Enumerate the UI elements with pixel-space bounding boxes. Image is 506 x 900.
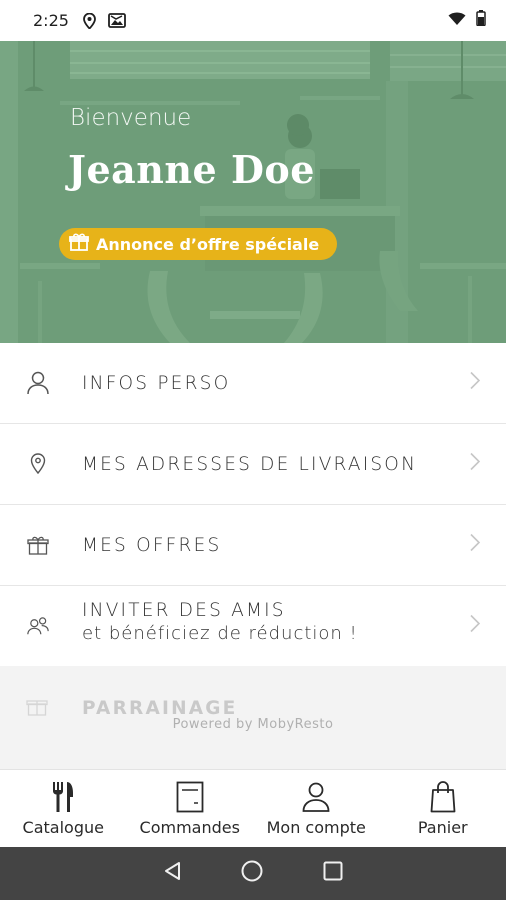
menu-item-offres[interactable]: MES OFFRES xyxy=(0,505,506,586)
nav-item-catalogue[interactable]: Catalogue xyxy=(0,771,127,847)
location-pin-icon xyxy=(26,452,50,476)
bag-icon xyxy=(430,780,456,814)
nav-item-commandes[interactable]: Commandes xyxy=(127,771,254,847)
menu-item-adresses[interactable]: MES ADRESSES DE LIVRAISON xyxy=(0,424,506,505)
menu-item-label: INVITER DES AMIS et bénéficiez de réduct… xyxy=(82,600,358,644)
menu-item-label: INFOS PERSO xyxy=(82,372,231,394)
account-menu: INFOS PERSO MES ADRESSES DE LIVRAISON ME… xyxy=(0,343,506,667)
recents-icon[interactable] xyxy=(323,861,343,886)
people-icon xyxy=(26,614,50,638)
nav-label: Panier xyxy=(417,818,468,837)
status-bar: 2:25 xyxy=(0,0,506,41)
powered-by-text: Powered by MobyResto xyxy=(172,717,334,732)
menu-item-label: MES OFFRES xyxy=(82,534,222,556)
gallery-icon xyxy=(108,13,126,28)
footer-area: PARRAINAGE Powered by MobyResto xyxy=(0,666,506,770)
nav-item-mon-compte[interactable]: Mon compte xyxy=(253,771,380,847)
account-icon xyxy=(302,780,330,814)
chevron-right-icon xyxy=(470,371,481,395)
menu-item-label: MES ADRESSES DE LIVRAISON xyxy=(82,453,418,475)
person-icon xyxy=(26,371,50,395)
parrainage-label: PARRAINAGE xyxy=(82,698,238,719)
back-icon[interactable] xyxy=(163,861,181,886)
welcome-banner: Bienvenue Jeanne Doe Annonce d’offre spé… xyxy=(0,41,506,343)
nav-label: Commandes xyxy=(139,818,240,837)
home-icon[interactable] xyxy=(241,860,263,887)
menu-item-infos-perso[interactable]: INFOS PERSO xyxy=(0,343,506,424)
special-offer-label: Annonce d’offre spéciale xyxy=(96,234,320,254)
cutlery-icon xyxy=(51,780,75,814)
invite-subtitle: et bénéficiez de réduction ! xyxy=(82,623,358,644)
receipt-icon xyxy=(176,780,204,814)
gift-icon xyxy=(26,533,50,557)
location-icon xyxy=(83,12,96,29)
special-offer-button[interactable]: Annonce d’offre spéciale xyxy=(59,228,338,260)
chevron-right-icon xyxy=(470,533,481,557)
chevron-right-icon xyxy=(470,614,481,638)
gift-icon xyxy=(69,233,89,255)
nav-label: Mon compte xyxy=(266,818,366,837)
wifi-icon xyxy=(448,11,466,31)
menu-item-inviter-amis[interactable]: INVITER DES AMIS et bénéficiez de réduct… xyxy=(0,586,506,667)
invite-title: INVITER DES AMIS xyxy=(82,600,286,621)
restaurant-illustration xyxy=(0,41,506,343)
system-navigation-bar xyxy=(0,847,506,900)
chevron-right-icon xyxy=(470,452,481,476)
status-time: 2:25 xyxy=(33,11,69,30)
nav-label: Catalogue xyxy=(22,818,104,837)
user-name: Jeanne Doe xyxy=(68,147,315,192)
nav-item-panier[interactable]: Panier xyxy=(380,771,506,847)
bottom-navigation: Catalogue Commandes Mon compte Panier xyxy=(0,771,506,847)
battery-icon xyxy=(476,10,486,31)
greeting-text: Bienvenue xyxy=(70,105,192,131)
